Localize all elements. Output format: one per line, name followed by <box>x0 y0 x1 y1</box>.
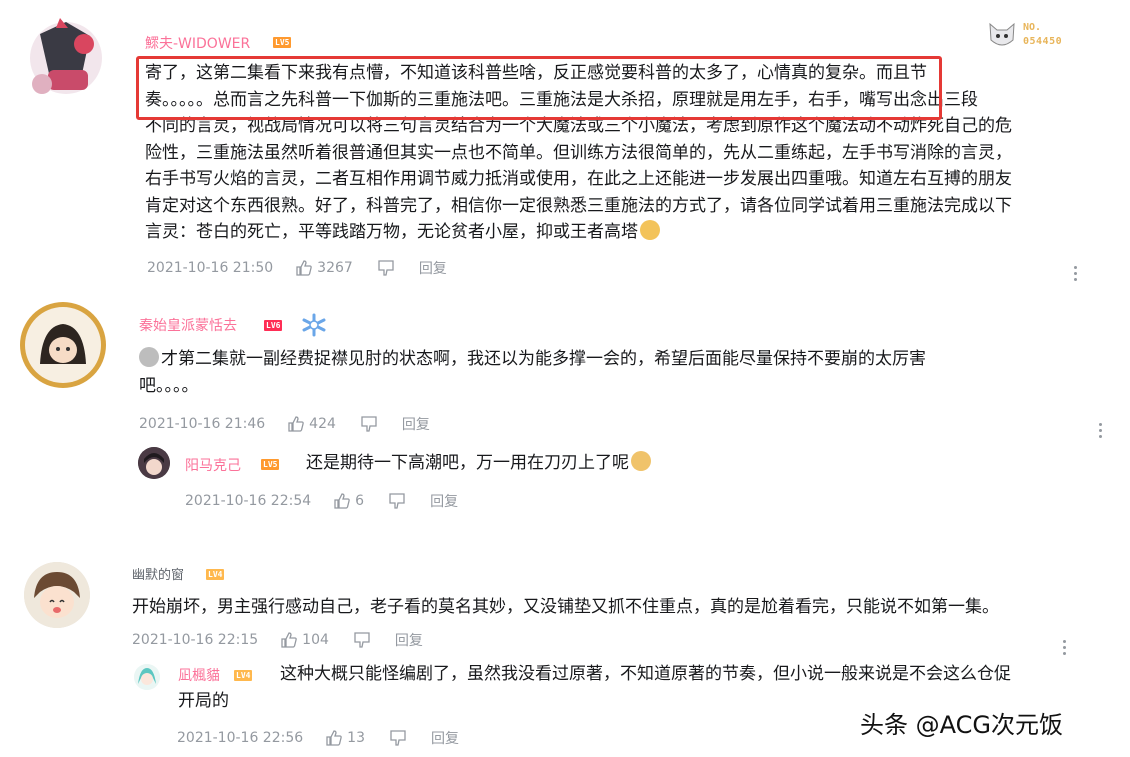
dislike-button[interactable] <box>388 492 406 510</box>
dislike-button[interactable] <box>353 631 371 649</box>
comment-line: 吧。。。。 <box>139 375 199 396</box>
username[interactable]: 幽默的窗 <box>132 564 184 583</box>
like-button[interactable]: 3267 <box>295 259 353 277</box>
comment-line-text: 才第二集就一副经费捉襟见肘的状态啊，我还以为能多撑一会的，希望后面能尽量保持不要… <box>161 349 926 369</box>
like-count: 3267 <box>317 260 353 276</box>
comment-line: 开始崩坏，男主强行感动自己，老子看的莫名其妙，又没铺垫又抓不住重点，真的是尬着看… <box>132 597 999 617</box>
level-badge: LV4 <box>206 569 225 580</box>
avatar[interactable] <box>24 562 90 628</box>
comment-meta: 2021-10-16 22:15 104 回复 <box>132 630 423 650</box>
reply-meta: 2021-10-16 22:54 6 回复 <box>185 491 458 511</box>
thumbs-up-icon <box>281 632 297 648</box>
like-button[interactable]: 104 <box>280 631 329 649</box>
reply-line: 这种大概只能怪编剧了，虽然我没看过原著，不知道原著的节奏，但小说一般来说是不会这… <box>280 664 1011 684</box>
reply-button[interactable]: 回复 <box>430 491 458 511</box>
more-options-icon[interactable] <box>1074 266 1078 284</box>
thumbs-down-icon <box>389 493 405 509</box>
doge-emoji-icon <box>640 220 660 240</box>
username[interactable]: 鰥夫-WIDOWER <box>145 33 250 53</box>
level-badge: LV5 <box>273 37 292 48</box>
comment-line: 险性，三重施法虽然听着很普通但其实一点也不简单。但训练方法很简单的，先从二重练起… <box>145 142 1012 163</box>
reply-text-content: 还是期待一下高潮吧，万一用在刀刃上了呢 <box>306 453 629 473</box>
thumbs-up-icon <box>326 730 342 746</box>
more-options-icon[interactable] <box>1063 640 1067 658</box>
comment-line-text: 言灵：苍白的死亡，平等践踏万物，无论贫者小屋，抑或王者高塔 <box>145 222 638 242</box>
comment-line: 右手书写火焰的言灵，二者互相作用调节威力抵消或使用，在此之上还能进一步发展出四重… <box>145 169 1012 189</box>
reply-meta: 2021-10-16 22:56 13 回复 <box>177 728 459 748</box>
fan-badge-number: 054450 <box>1023 36 1063 47</box>
more-options-icon[interactable] <box>1099 423 1103 441</box>
username[interactable]: 秦始皇派蒙恬去 <box>139 315 237 335</box>
thumbs-down-icon <box>361 416 377 432</box>
reply-text: 还是期待一下高潮吧，万一用在刀刃上了呢 <box>306 450 651 477</box>
username[interactable]: 阳马克己 <box>185 455 241 475</box>
reply-button[interactable]: 回复 <box>419 258 447 278</box>
level-badge: LV5 <box>261 459 280 470</box>
like-count: 6 <box>355 493 365 509</box>
dislike-button[interactable] <box>389 729 407 747</box>
fan-badge: NO. 054450 <box>985 18 1075 54</box>
comment-meta: 2021-10-16 21:46 424 回复 <box>139 414 430 434</box>
thumbs-up-icon <box>334 493 350 509</box>
comment-text: 才第二集就一副经费捉襟见肘的状态啊，我还以为能多撑一会的，希望后面能尽量保持不要… <box>139 346 1099 399</box>
reply-button[interactable]: 回复 <box>431 728 459 748</box>
fan-badge-label: NO. <box>1023 22 1042 33</box>
comment-time: 2021-10-16 22:15 <box>132 632 259 648</box>
snowflake-badge-icon <box>301 313 327 341</box>
avatar[interactable] <box>138 447 170 479</box>
avatar[interactable] <box>20 302 106 388</box>
reply-button[interactable]: 回复 <box>395 630 423 650</box>
reply-time: 2021-10-16 22:54 <box>185 493 312 509</box>
like-button[interactable]: 6 <box>333 492 364 510</box>
cat-icon <box>989 22 1015 46</box>
avatar[interactable] <box>134 664 160 690</box>
dislike-button[interactable] <box>377 259 395 277</box>
comment-line: 才第二集就一副经费捉襟见肘的状态啊，我还以为能多撑一会的，希望后面能尽量保持不要… <box>139 346 1099 373</box>
comment-time: 2021-10-16 21:50 <box>147 260 274 276</box>
emoji-icon <box>631 451 651 471</box>
comment-text: 开始崩坏，男主强行感动自己，老子看的莫名其妙，又没铺垫又抓不住重点，真的是尬着看… <box>132 594 1112 621</box>
highlight-box <box>136 56 942 120</box>
reply-time: 2021-10-16 22:56 <box>177 730 304 746</box>
thumbs-down-icon <box>354 632 370 648</box>
level-badge: LV6 <box>264 320 283 331</box>
emoji-icon <box>139 347 159 367</box>
dislike-button[interactable] <box>360 415 378 433</box>
thumbs-up-icon <box>296 260 312 276</box>
like-button[interactable]: 424 <box>287 415 336 433</box>
thumbs-down-icon <box>378 260 394 276</box>
thumbs-up-icon <box>288 416 304 432</box>
like-count: 424 <box>309 416 336 432</box>
avatar[interactable] <box>20 14 112 106</box>
like-count: 104 <box>302 632 329 648</box>
like-button[interactable]: 13 <box>325 729 365 747</box>
comment-line: 言灵：苍白的死亡，平等践踏万物，无论贫者小屋，抑或王者高塔 <box>145 219 1095 246</box>
watermark: 头条 @ACG次元饭 <box>860 711 1063 739</box>
comment-meta: 2021-10-16 21:50 3267 回复 <box>147 258 447 278</box>
like-count: 13 <box>347 730 365 746</box>
comment-time: 2021-10-16 21:46 <box>139 416 266 432</box>
thumbs-down-icon <box>390 730 406 746</box>
reply-button[interactable]: 回复 <box>402 414 430 434</box>
comment-line: 肯定对这个东西很熟。好了，科普完了，相信你一定很熟悉三重施法的方式了，请各位同学… <box>145 195 1012 216</box>
